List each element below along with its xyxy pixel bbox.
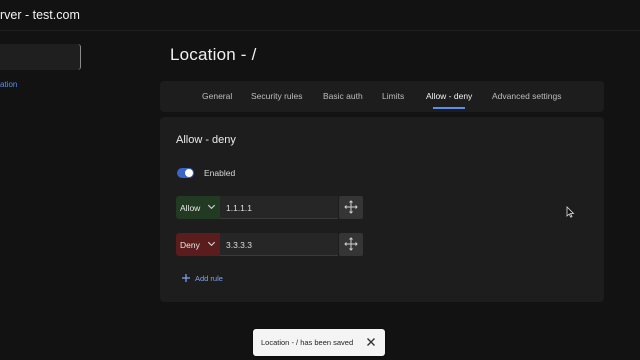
- tab-bar: General Security rules Basic auth Limits…: [160, 81, 604, 112]
- active-tab-indicator: [433, 107, 465, 109]
- move-icon: [344, 237, 358, 251]
- rule-action-select[interactable]: Allow: [176, 196, 220, 219]
- app-window: rver - test.com ation Location - / Gener…: [0, 0, 640, 360]
- chevron-down-icon: [207, 241, 216, 247]
- rule-ip-value: 1.1.1.1: [226, 203, 252, 213]
- toggle-knob: [185, 169, 193, 177]
- tab-allow-deny[interactable]: Allow - deny: [426, 91, 472, 101]
- chevron-down-icon: [207, 204, 216, 210]
- snackbar-message: Location - / has been saved: [261, 338, 354, 347]
- tab-security-rules[interactable]: Security rules: [251, 91, 303, 101]
- sidebar-search-field[interactable]: [0, 44, 81, 70]
- rule-drag-handle[interactable]: [339, 233, 363, 256]
- rule-action-select[interactable]: Deny: [176, 233, 220, 256]
- tab-advanced-settings[interactable]: Advanced settings: [492, 91, 561, 101]
- tab-basic-auth[interactable]: Basic auth: [323, 91, 363, 101]
- rule-action-label: Deny: [180, 240, 200, 250]
- snackbar: Location - / has been saved: [253, 329, 385, 356]
- add-rule-label: Add rule: [195, 274, 223, 283]
- enabled-toggle-label: Enabled: [204, 168, 236, 178]
- sidebar-item-location[interactable]: ation: [0, 80, 17, 89]
- rule-ip-input[interactable]: 1.1.1.1: [220, 196, 338, 219]
- tab-limits[interactable]: Limits: [382, 91, 404, 101]
- rule-drag-handle[interactable]: [339, 196, 363, 219]
- move-icon: [344, 200, 358, 214]
- rule-action-label: Allow: [180, 203, 201, 213]
- top-bar: rver - test.com: [0, 0, 640, 31]
- plus-icon: [182, 274, 190, 282]
- page-title: Location - /: [170, 45, 257, 64]
- tab-general[interactable]: General: [202, 91, 232, 101]
- mouse-cursor-icon: [566, 206, 575, 218]
- rule-ip-value: 3.3.3.3: [226, 240, 252, 250]
- rule-ip-input[interactable]: 3.3.3.3: [220, 233, 338, 256]
- panel-title: Allow - deny: [176, 134, 236, 146]
- close-icon[interactable]: [365, 336, 377, 348]
- app-title: rver - test.com: [0, 8, 80, 22]
- enabled-toggle[interactable]: [177, 168, 194, 178]
